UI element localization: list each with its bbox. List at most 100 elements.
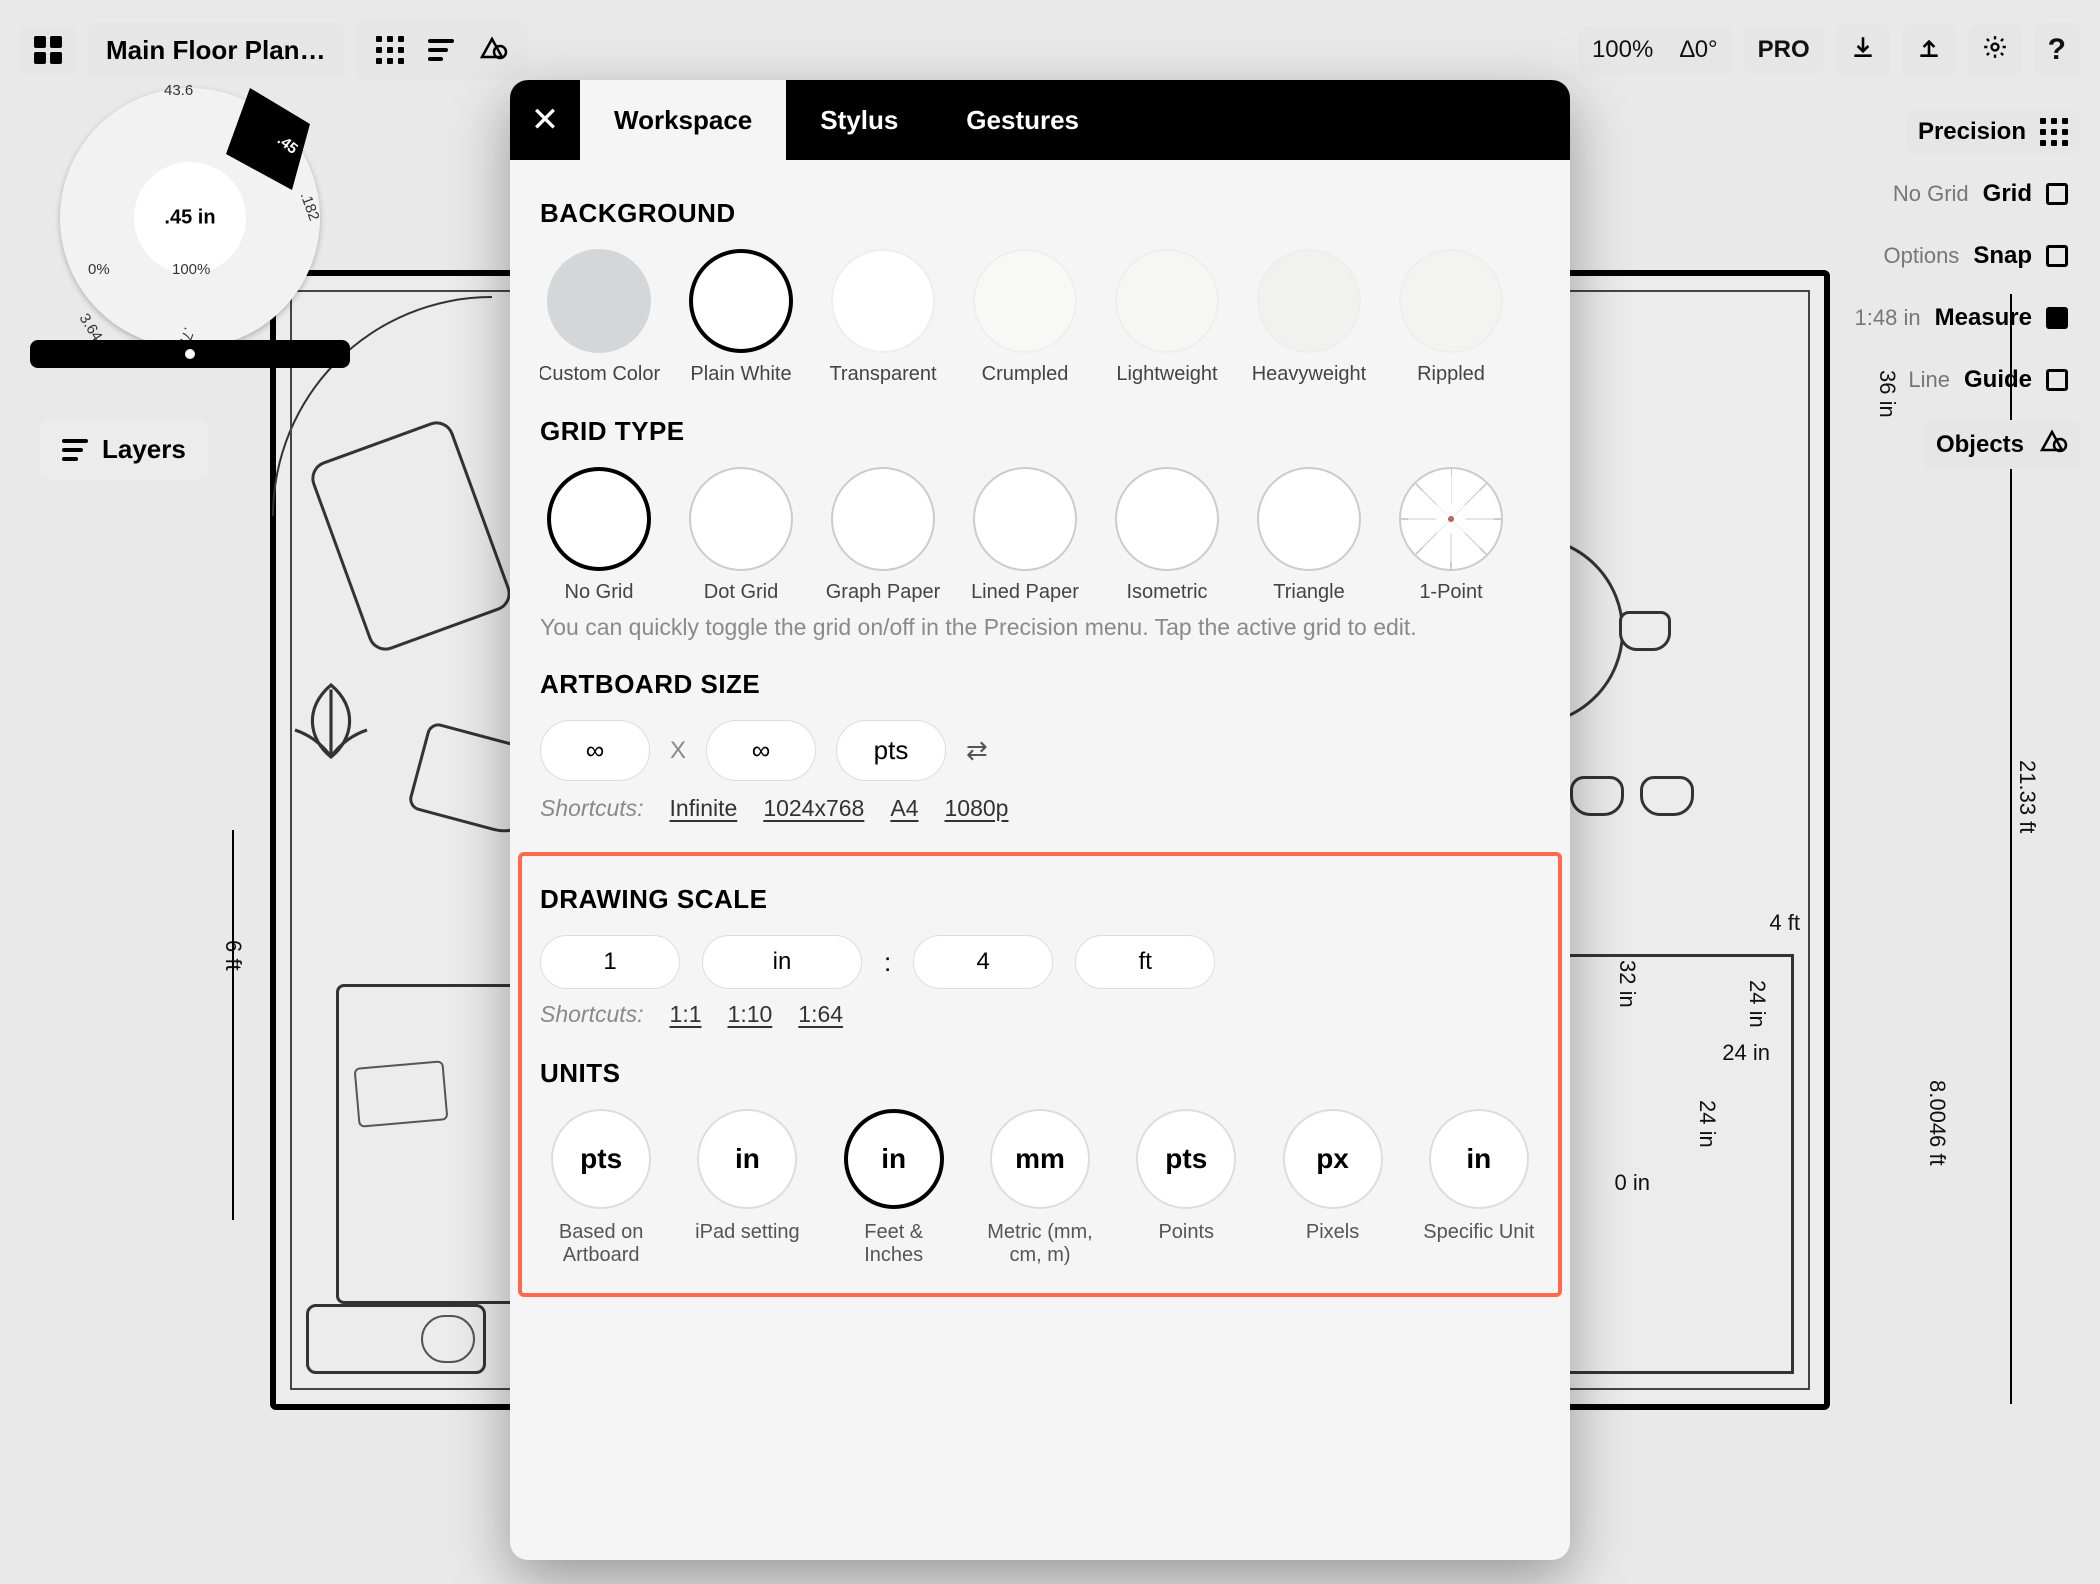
swatch-circle [547,249,651,353]
swatch-circle [973,467,1077,571]
dimension-label: 21.33 ft [2014,760,2040,833]
grid-view-button[interactable] [364,28,416,72]
shapes-icon [2038,428,2068,461]
background-option-crumpled[interactable]: Crumpled [966,249,1084,386]
pillow-shape [354,1060,449,1128]
swatch-circle [1115,249,1219,353]
close-button[interactable]: ✕ [510,80,580,160]
background-option-custom[interactable]: Custom Color [540,249,658,386]
background-option-transparent[interactable]: Transparent [824,249,942,386]
grid-option-none[interactable]: No Grid [540,467,658,604]
grid-option-2pt[interactable]: 2-Point [1534,467,1540,604]
radial-value: 43.6 [164,82,193,99]
dimension-label: 4 ft [1769,910,1800,936]
grid-icon [34,36,62,64]
scale-a-input[interactable]: 1 [540,935,680,989]
grid-option-iso[interactable]: Isometric [1108,467,1226,604]
settings-button[interactable] [1968,24,2022,77]
section-title-units: UNITS [540,1058,1540,1089]
shortcut-infinite[interactable]: Infinite [670,795,738,822]
workspace-settings-modal: ✕ Workspace Stylus Gestures BACKGROUND C… [510,80,1570,1560]
tab-gestures[interactable]: Gestures [932,80,1113,160]
precision-panel: Precision No Grid Grid Options Snap 1:48… [1843,110,2080,469]
shapes-button[interactable] [466,27,520,74]
grid-option-lined[interactable]: Lined Paper [966,467,1084,604]
document-title[interactable]: Main Floor Plan… [88,23,344,78]
background-option-lightweight[interactable]: Lightweight [1108,249,1226,386]
background-option-blueprint[interactable]: Blueprint [1534,249,1540,386]
artboard-width-input[interactable]: ∞ [540,720,650,781]
artboard-units-select[interactable]: pts [836,720,946,781]
rotation-value: ∆0° [1680,36,1718,64]
swatch-circle [689,249,793,353]
background-options: Custom Color Plain White Transparent Cru… [540,249,1540,386]
shortcut-1-10[interactable]: 1:10 [728,1001,773,1028]
shortcuts-label: Shortcuts: [540,1001,644,1028]
scale-b-input[interactable]: 4 [913,935,1053,989]
swatch-circle [1115,467,1219,571]
background-option-heavyweight[interactable]: Heavyweight [1250,249,1368,386]
gridtype-options: No Grid Dot Grid Graph Paper Lined Paper… [540,467,1540,604]
unit-option-metric[interactable]: mmMetric (mm, cm, m) [979,1109,1101,1267]
zoom-indicator[interactable]: 100% ∆0° [1578,26,1732,74]
background-option-white[interactable]: Plain White [682,249,800,386]
tab-stylus[interactable]: Stylus [786,80,932,160]
swap-orientation-button[interactable]: ⇄ [966,735,988,766]
help-button[interactable]: ? [2034,23,2080,77]
swatch-circle [1257,249,1361,353]
bath-shape [306,1304,486,1374]
objects-button[interactable]: Objects [1924,420,2080,469]
download-icon [1850,34,1876,67]
artboard-height-input[interactable]: ∞ [706,720,816,781]
unit-option-ipad[interactable]: iniPad setting [686,1109,808,1267]
brush-slider[interactable] [30,340,350,368]
shortcut-1-64[interactable]: 1:64 [798,1001,843,1028]
dimension-label: 24 in [1694,1100,1720,1148]
brush-radial-menu[interactable]: .45 in 43.6 .45 .182 0% 100% 3.64 .727 [60,88,320,348]
unit-option-specific[interactable]: inSpecific Unit [1418,1109,1540,1267]
shortcut-1080p[interactable]: 1080p [945,795,1009,822]
section-title-background: BACKGROUND [540,198,1540,229]
section-title-artboard: ARTBOARD SIZE [540,669,1540,700]
shortcut-a4[interactable]: A4 [890,795,918,822]
precision-header[interactable]: Precision [1906,110,2080,154]
shortcut-1024[interactable]: 1024x768 [763,795,864,822]
grid-option-graph[interactable]: Graph Paper [824,467,942,604]
scale-row: 1 in : 4 ft [540,935,1540,989]
layers-view-button[interactable] [416,31,466,69]
layers-button[interactable]: Layers [40,420,208,479]
grid-option-1pt[interactable]: 1-Point [1392,467,1510,604]
precision-grid-row[interactable]: No Grid Grid [1881,172,2080,216]
dimension-line [232,830,234,1220]
swatch-circle [1257,467,1361,571]
unit-option-feetinches[interactable]: inFeet & Inches [833,1109,955,1267]
precision-snap-row[interactable]: Options Snap [1871,234,2080,278]
scale-b-unit[interactable]: ft [1075,935,1215,989]
dimension-label: 24 in [1722,1040,1770,1066]
pro-badge[interactable]: PRO [1744,26,1824,74]
section-title-gridtype: GRID TYPE [540,416,1540,447]
gallery-button[interactable] [20,26,76,74]
unit-option-points[interactable]: ptsPoints [1125,1109,1247,1267]
shortcut-1-1[interactable]: 1:1 [670,1001,702,1028]
precision-guide-row[interactable]: Line Guide [1896,358,2080,402]
upload-button[interactable] [1902,24,1956,77]
swatch-circle [689,467,793,571]
unit-circle: in [844,1109,944,1209]
scale-a-unit[interactable]: in [702,935,862,989]
precision-measure-row[interactable]: 1:48 in Measure [1843,296,2080,340]
scale-shortcuts: Shortcuts: 1:1 1:10 1:64 [540,1001,1540,1028]
shapes-icon [478,35,508,66]
background-option-rippled[interactable]: Rippled [1392,249,1510,386]
grid-option-triangle[interactable]: Triangle [1250,467,1368,604]
unit-option-artboard[interactable]: ptsBased on Artboard [540,1109,662,1267]
grid-option-dot[interactable]: Dot Grid [682,467,800,604]
download-button[interactable] [1836,24,1890,77]
modal-tabbar: ✕ Workspace Stylus Gestures [510,80,1570,160]
square-icon [2046,183,2068,205]
help-icon: ? [2048,33,2066,67]
stool [1640,776,1694,816]
unit-option-pixels[interactable]: pxPixels [1271,1109,1393,1267]
radial-value: 0% [88,261,110,278]
tab-workspace[interactable]: Workspace [580,80,786,160]
